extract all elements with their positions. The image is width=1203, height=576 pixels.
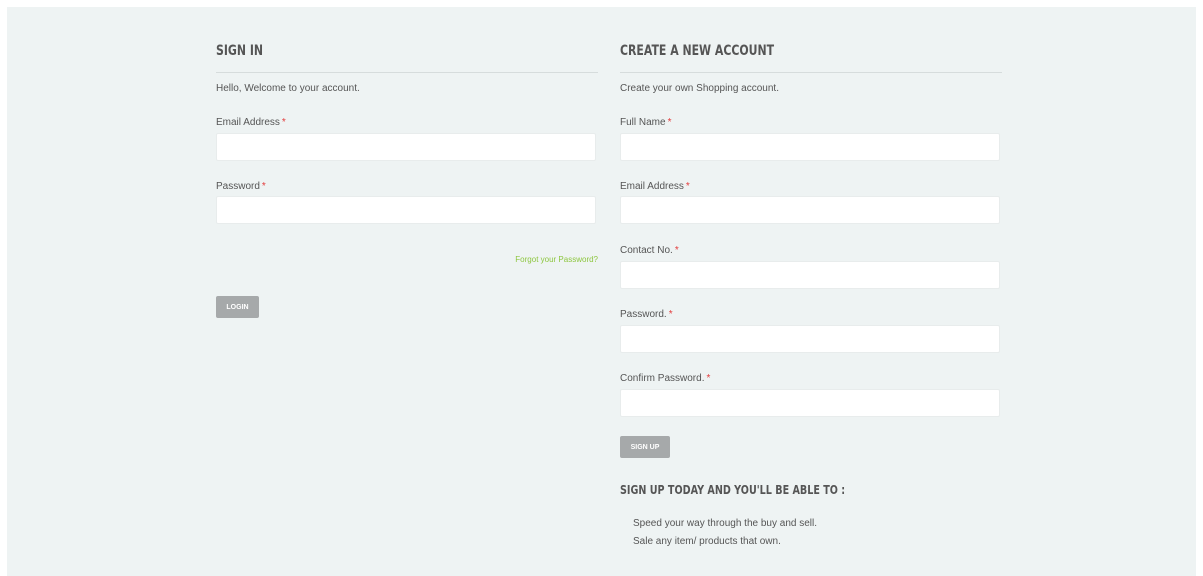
register-email-label: Email Address * [620, 181, 690, 192]
login-button[interactable]: LOGIN [216, 296, 259, 318]
account-panel: SIGN IN Hello, Welcome to your account. … [7, 7, 1196, 576]
benefit-item: Sale any item/ products that own. [633, 536, 781, 547]
signin-intro: Hello, Welcome to your account. [216, 83, 360, 94]
confirm-password-label-text: Confirm Password. [620, 373, 705, 384]
required-mark: * [281, 117, 286, 128]
required-mark: * [685, 181, 690, 192]
benefits-list: Speed your way through the buy and sell.… [633, 517, 817, 553]
contact-label-text: Contact No. [620, 245, 673, 256]
required-mark: * [674, 245, 679, 256]
register-password-input[interactable] [620, 325, 1000, 353]
required-mark: * [668, 309, 673, 320]
contact-label: Contact No. * [620, 245, 679, 256]
contact-input[interactable] [620, 261, 1000, 289]
register-email-label-text: Email Address [620, 181, 684, 192]
register-email-input[interactable] [620, 196, 1000, 224]
required-mark: * [706, 373, 711, 384]
benefit-item: Speed your way through the buy and sell. [633, 518, 818, 529]
signin-password-label: Password * [216, 181, 266, 192]
register-divider [620, 72, 1002, 73]
signin-email-label-text: Email Address [216, 117, 280, 128]
signup-button[interactable]: SIGN UP [620, 436, 670, 458]
fullname-input[interactable] [620, 133, 1000, 161]
signin-password-input[interactable] [216, 196, 596, 224]
signin-divider [216, 72, 598, 73]
required-mark: * [667, 117, 672, 128]
register-password-label: Password. * [620, 309, 673, 320]
benefits-heading: SIGN UP TODAY AND YOU'LL BE ABLE TO : [620, 483, 846, 497]
register-password-label-text: Password. [620, 309, 667, 320]
required-mark: * [261, 181, 266, 192]
signin-password-label-text: Password [216, 181, 260, 192]
confirm-password-input[interactable] [620, 389, 1000, 417]
signin-heading: SIGN IN [216, 43, 264, 59]
forgot-password-link[interactable]: Forgot your Password? [515, 255, 598, 264]
confirm-password-label: Confirm Password. * [620, 373, 710, 384]
register-intro: Create your own Shopping account. [620, 83, 779, 94]
signin-email-input[interactable] [216, 133, 596, 161]
fullname-label-text: Full Name [620, 117, 666, 128]
fullname-label: Full Name * [620, 117, 671, 128]
register-heading: CREATE A NEW ACCOUNT [620, 43, 775, 59]
signin-email-label: Email Address * [216, 117, 286, 128]
